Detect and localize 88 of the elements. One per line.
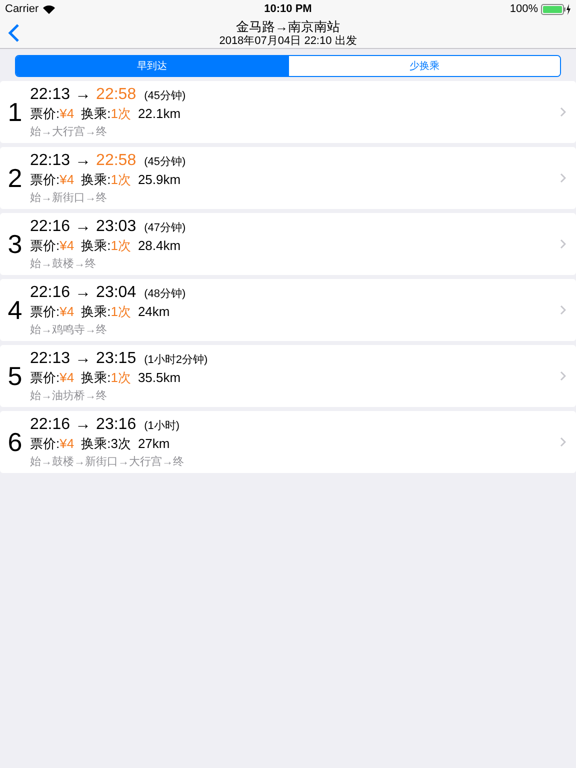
route-distance: 28.4km: [138, 238, 181, 252]
depart-time: 22:16: [30, 218, 70, 236]
arrive-time: 23:04: [96, 284, 136, 302]
fare-value: ¥4: [60, 172, 74, 186]
transfer-count: 1次: [110, 236, 131, 254]
route-distance: 22.1km: [138, 106, 181, 120]
transfer-label: 换乘:: [81, 302, 111, 320]
arrow-glyph: →: [75, 416, 92, 434]
route-card[interactable]: 1 22:13 → 22:58 (45分钟) 票价:¥4 换乘:1次 22.1km 始→大行宫→终: [0, 81, 576, 143]
route-title: 金马路→南京南站: [236, 18, 340, 34]
fare-label: 票价:: [30, 104, 60, 122]
back-chevron-icon[interactable]: [8, 24, 20, 42]
depart-time: 22:16: [30, 284, 70, 302]
depart-time: 22:13: [30, 152, 70, 170]
trip-duration: (45分钟): [144, 154, 186, 168]
transfer-label: 换乘:: [81, 368, 111, 386]
transfer-count: 1次: [110, 170, 131, 188]
depart-time: 22:13: [30, 86, 70, 104]
fare-label: 票价:: [30, 434, 60, 452]
arrow-glyph: →: [75, 284, 92, 302]
route-distance: 27km: [138, 436, 170, 450]
trip-duration: (1小时2分钟): [144, 352, 208, 366]
battery-percent: 100%: [510, 3, 538, 15]
fare-label: 票价:: [30, 302, 60, 320]
transfer-count: 3次: [110, 434, 131, 452]
battery-charging-icon: [541, 4, 572, 14]
route-card[interactable]: 5 22:13 → 23:15 (1小时2分钟) 票价:¥4 换乘:1次 35.5km 始→油坊桥→终: [0, 345, 576, 407]
fare-value: ¥4: [60, 436, 74, 450]
chevron-right-icon: [560, 437, 566, 447]
route-number: 5: [6, 360, 24, 392]
arrive-time: 23:16: [96, 416, 136, 434]
status-time: 10:10 PM: [264, 3, 312, 15]
route-card[interactable]: 2 22:13 → 22:58 (45分钟) 票价:¥4 换乘:1次 25.9km 始→新街口→终: [0, 147, 576, 209]
trip-duration: (1小时): [144, 418, 180, 432]
fare-label: 票价:: [30, 236, 60, 254]
depart-time: 22:13: [30, 350, 70, 368]
route-card[interactable]: 6 22:16 → 23:16 (1小时) 票价:¥4 换乘:3次 27km 始→鼓楼→新街口→大行宫→终: [0, 411, 576, 473]
route-distance: 24km: [138, 304, 170, 318]
departure-time: 2018年07月04日 22:10 出发: [219, 34, 357, 48]
chevron-right-icon: [560, 371, 566, 381]
transfer-count: 1次: [110, 302, 131, 320]
arrive-time: 22:58: [96, 152, 136, 170]
depart-time: 22:16: [30, 416, 70, 434]
route-distance: 35.5km: [138, 370, 181, 384]
arrive-time: 22:58: [96, 86, 136, 104]
fare-value: ¥4: [60, 106, 74, 120]
chevron-right-icon: [560, 239, 566, 249]
wifi-icon: [42, 4, 55, 14]
arrive-time: 23:03: [96, 218, 136, 236]
route-number: 4: [6, 294, 24, 326]
route-number: 1: [6, 96, 24, 128]
trip-duration: (48分钟): [144, 286, 186, 300]
route-distance: 25.9km: [138, 172, 181, 186]
route-stations: 始→鸡鸣寺→终: [30, 322, 108, 336]
transfer-label: 换乘:: [81, 434, 111, 452]
arrow-glyph: →: [75, 152, 92, 170]
carrier-label: Carrier: [5, 3, 39, 15]
route-stations: 始→鼓楼→终: [30, 256, 97, 270]
chevron-right-icon: [560, 173, 566, 183]
route-stations: 始→油坊桥→终: [30, 388, 108, 402]
route-number: 6: [6, 426, 24, 458]
arrow-glyph: →: [75, 350, 92, 368]
arrow-glyph: →: [75, 86, 92, 104]
trip-duration: (47分钟): [144, 220, 186, 234]
fare-value: ¥4: [60, 370, 74, 384]
segment-tab[interactable]: 早到达: [16, 56, 288, 76]
chevron-right-icon: [560, 107, 566, 117]
transfer-label: 换乘:: [81, 170, 111, 188]
chevron-right-icon: [560, 305, 566, 315]
transfer-count: 1次: [110, 104, 131, 122]
route-stations: 始→新街口→终: [30, 190, 108, 204]
route-card[interactable]: 3 22:16 → 23:03 (47分钟) 票价:¥4 换乘:1次 28.4km 始→鼓楼→终: [0, 213, 576, 275]
route-number: 3: [6, 228, 24, 260]
trip-duration: (45分钟): [144, 88, 186, 102]
route-stations: 始→大行宫→终: [30, 124, 108, 138]
transfer-label: 换乘:: [81, 236, 111, 254]
route-number: 2: [6, 162, 24, 194]
fare-value: ¥4: [60, 304, 74, 318]
segment-tab[interactable]: 少换乘: [288, 56, 560, 76]
fare-label: 票价:: [30, 368, 60, 386]
transfer-label: 换乘:: [81, 104, 111, 122]
route-stations: 始→鼓楼→新街口→大行宫→终: [30, 454, 185, 468]
arrow-glyph: →: [75, 218, 92, 236]
transfer-count: 1次: [110, 368, 131, 386]
arrive-time: 23:15: [96, 350, 136, 368]
fare-value: ¥4: [60, 238, 74, 252]
fare-label: 票价:: [30, 170, 60, 188]
route-card[interactable]: 4 22:16 → 23:04 (48分钟) 票价:¥4 换乘:1次 24km 始→鸡鸣寺→终: [0, 279, 576, 341]
